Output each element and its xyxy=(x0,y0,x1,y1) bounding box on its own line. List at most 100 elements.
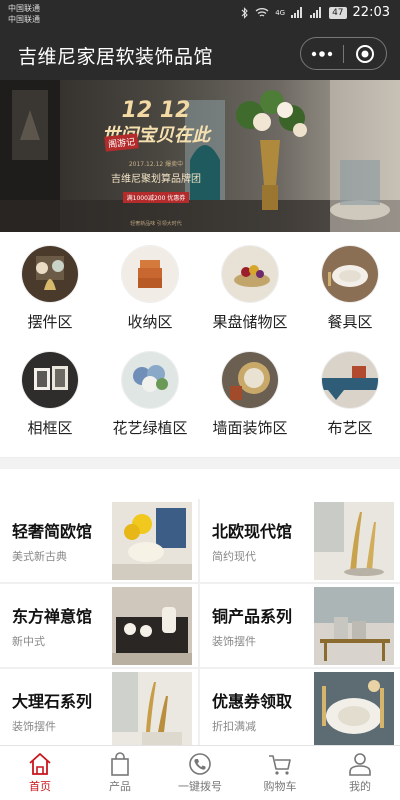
banner-slogan: 世间宝贝在此 xyxy=(102,125,210,146)
feature-photo xyxy=(314,586,394,665)
network-type: 4G xyxy=(275,8,286,17)
feature-photo xyxy=(112,586,192,665)
promo-banner[interactable]: 12 12 世间宝贝在此 2017.12.12 爆卖中 吉维尼聚划算品牌团 满1… xyxy=(0,80,400,232)
more-button[interactable] xyxy=(301,38,343,69)
app: 中国联通 中国联通 4G 47 22:03 吉维尼家居软装饰品馆 12 12 世… xyxy=(0,0,400,800)
feature-text: 大理石系列 装饰摆件 xyxy=(12,688,92,734)
feature-text: 东方禅意馆 新中式 xyxy=(12,603,92,649)
feature-card-coupons[interactable]: 优惠券领取 折扣满减 xyxy=(200,669,400,754)
tab-label: 首页 xyxy=(29,780,51,793)
cart-icon xyxy=(269,755,291,775)
feature-grid: 轻奢简欧馆 美式新古典 北欧现代馆 简约现代 东方禅意馆 新中式 铜产品系列 装… xyxy=(0,469,400,754)
photo-frame-photo xyxy=(22,351,78,408)
tab-home[interactable]: 首页 xyxy=(0,746,80,800)
bluetooth-icon xyxy=(241,6,249,19)
feature-text: 铜产品系列 装饰摆件 xyxy=(212,603,292,649)
carrier-1: 中国联通 xyxy=(8,4,40,13)
tab-label: 一键拨号 xyxy=(178,780,222,793)
bottom-tab-bar: 首页 产品 一键拨号 购物车 我的 xyxy=(0,745,400,800)
feature-title: 铜产品系列 xyxy=(212,606,293,626)
banner-headline: 12 12 xyxy=(121,98,191,123)
feature-subtitle: 新中式 xyxy=(12,634,45,648)
feature-subtitle: 装饰摆件 xyxy=(212,634,256,648)
banner-group: 吉维尼聚划算品牌团 xyxy=(111,174,201,185)
category-label: 相框区 xyxy=(27,418,73,437)
fruit-plate-photo xyxy=(222,246,278,302)
category-item-fruit-plates[interactable]: 果盘储物区 xyxy=(200,246,300,350)
tab-profile[interactable]: 我的 xyxy=(320,746,400,800)
category-label: 摆件区 xyxy=(27,313,73,331)
feature-photo xyxy=(314,501,394,580)
carrier-2: 中国联通 xyxy=(8,15,40,24)
category-label: 果盘储物区 xyxy=(212,313,288,331)
banner-copy: 12 12 世间宝贝在此 2017.12.12 爆卖中 吉维尼聚划算品牌团 满1… xyxy=(76,98,236,227)
feature-title: 轻奢简欧馆 xyxy=(12,521,93,541)
battery-icon: 47 xyxy=(329,6,347,19)
carrier-info: 中国联通 中国联通 xyxy=(8,3,40,25)
category-label: 收纳区 xyxy=(127,313,173,331)
category-item-frames[interactable]: 相框区 xyxy=(0,351,100,456)
feature-subtitle: 装饰摆件 xyxy=(12,719,56,733)
tableware-photo xyxy=(322,246,378,302)
feature-card-copper-series[interactable]: 铜产品系列 装饰摆件 xyxy=(200,584,400,669)
clock: 22:03 xyxy=(352,5,390,20)
category-item-fabric[interactable]: 布艺区 xyxy=(300,351,400,456)
tab-label: 产品 xyxy=(109,780,131,793)
category-label: 墙面装饰区 xyxy=(212,418,288,437)
bag-icon xyxy=(111,752,129,776)
target-circle-icon xyxy=(356,44,374,63)
status-bar: 中国联通 中国联通 4G 47 22:03 xyxy=(0,0,400,28)
feature-card-nordic-modern[interactable]: 北欧现代馆 简约现代 xyxy=(200,499,400,584)
phone-icon xyxy=(189,753,211,775)
feature-title: 北欧现代馆 xyxy=(212,521,293,541)
nav-bar: 吉维尼家居软装饰品馆 xyxy=(0,28,400,80)
ornament-photo xyxy=(22,246,78,302)
tab-products[interactable]: 产品 xyxy=(80,746,160,800)
page-title: 吉维尼家居软装饰品馆 xyxy=(18,46,214,68)
feature-photo xyxy=(314,671,394,750)
feature-card-oriental-zen[interactable]: 东方禅意馆 新中式 xyxy=(0,584,200,669)
storage-box-photo xyxy=(122,246,178,302)
section-divider xyxy=(0,457,400,469)
category-item-wall-decor[interactable]: 墙面装饰区 xyxy=(200,351,300,456)
category-label: 餐具区 xyxy=(327,313,373,331)
category-grid: 摆件区 收纳区 果盘储物区 餐具区 相框区 花艺绿植区 墙面装饰区 布艺区 xyxy=(0,232,400,457)
close-button[interactable] xyxy=(344,38,386,69)
tab-label: 我的 xyxy=(349,780,371,793)
home-icon xyxy=(29,753,51,775)
signal-icon xyxy=(291,7,304,18)
feature-photo xyxy=(112,671,192,750)
mini-program-capsule xyxy=(300,37,387,70)
category-item-flowers[interactable]: 花艺绿植区 xyxy=(100,351,200,456)
flower-photo xyxy=(122,351,178,408)
category-label: 布艺区 xyxy=(327,418,373,437)
fabric-photo xyxy=(322,351,378,408)
feature-text: 轻奢简欧馆 美式新古典 xyxy=(12,518,92,564)
feature-text: 优惠券领取 折扣满减 xyxy=(212,688,292,734)
category-item-storage[interactable]: 收纳区 xyxy=(100,246,200,350)
banner-footer: 轻奢新品味 引领大时代 xyxy=(130,221,182,227)
feature-title: 优惠券领取 xyxy=(212,691,293,711)
feature-title: 东方禅意馆 xyxy=(12,606,93,626)
category-label: 花艺绿植区 xyxy=(112,418,188,437)
tab-cart[interactable]: 购物车 xyxy=(240,746,320,800)
banner-date: 2017.12.12 爆卖中 xyxy=(128,161,184,168)
feature-card-marble-series[interactable]: 大理石系列 装饰摆件 xyxy=(0,669,200,754)
tab-label: 购物车 xyxy=(263,780,297,793)
feature-text: 北欧现代馆 简约现代 xyxy=(212,518,292,564)
category-item-ornaments[interactable]: 摆件区 xyxy=(0,246,100,350)
feature-title: 大理石系列 xyxy=(12,691,93,711)
feature-subtitle: 美式新古典 xyxy=(12,549,67,563)
banner-promo: 满1000减200 优惠券 xyxy=(122,192,190,203)
status-indicators: 4G 47 22:03 xyxy=(241,5,390,20)
feature-card-luxury-european[interactable]: 轻奢简欧馆 美式新古典 xyxy=(0,499,200,584)
tab-call[interactable]: 一键拨号 xyxy=(160,746,240,800)
wall-decor-photo xyxy=(222,351,278,408)
more-dots-icon xyxy=(311,50,333,57)
signal-icon-2 xyxy=(310,7,323,18)
feature-subtitle: 简约现代 xyxy=(212,549,256,563)
category-item-tableware[interactable]: 餐具区 xyxy=(300,246,400,350)
user-icon xyxy=(349,753,371,776)
feature-subtitle: 折扣满减 xyxy=(212,719,256,733)
feature-photo xyxy=(112,501,192,580)
